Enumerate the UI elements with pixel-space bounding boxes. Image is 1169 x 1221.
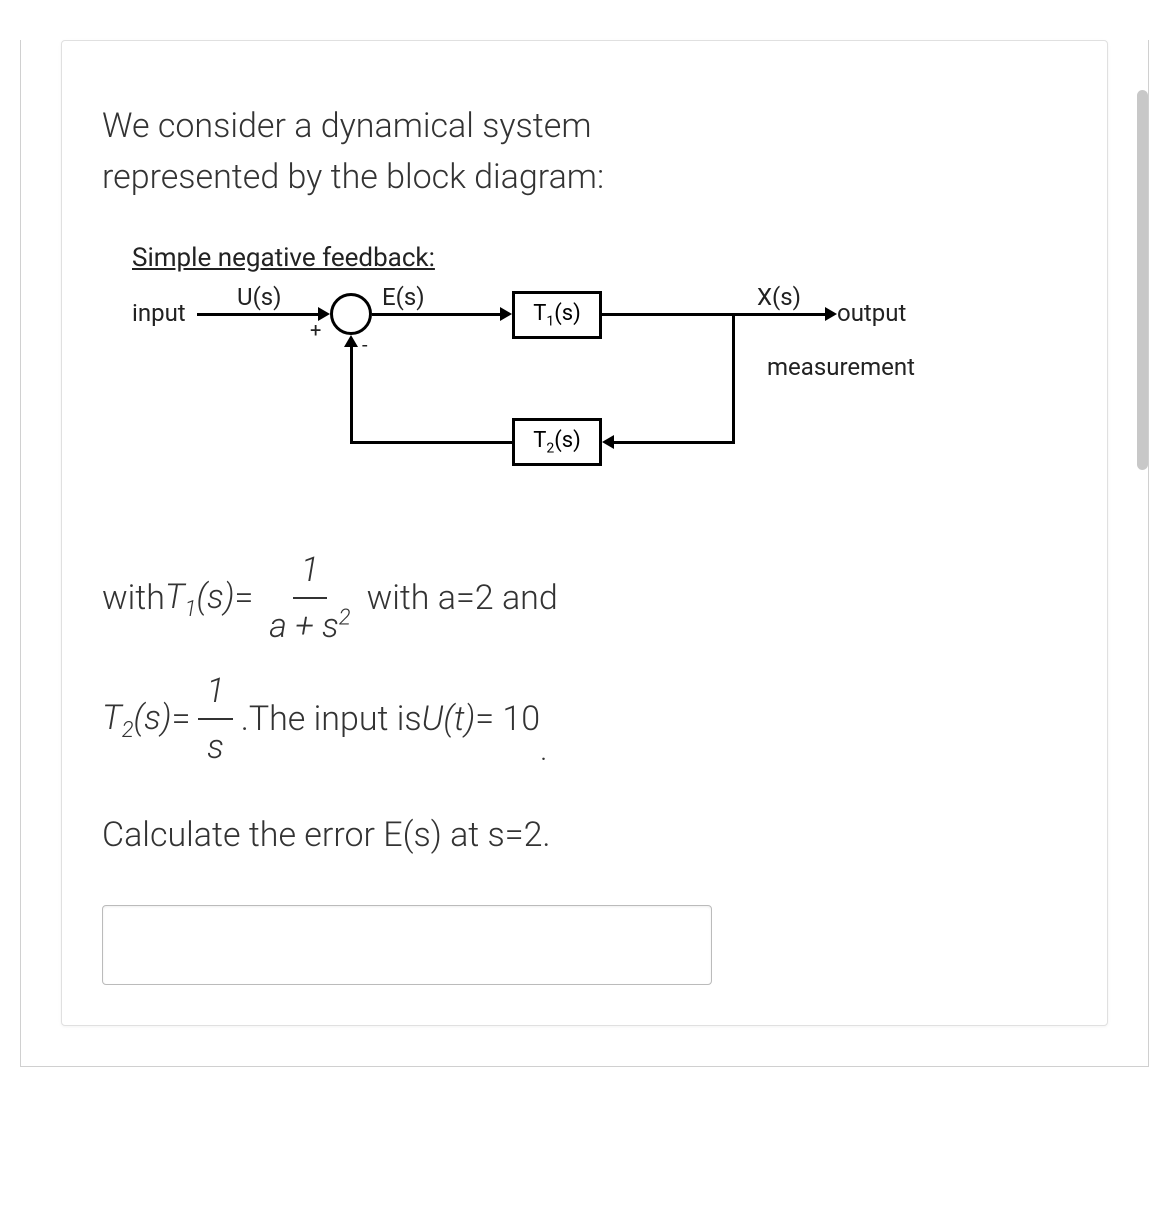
arrowhead-left-icon	[602, 435, 614, 449]
arrowhead-right-icon	[825, 307, 837, 321]
frac-den: a + s2	[261, 599, 358, 653]
wire	[602, 313, 827, 316]
eq-text: .	[540, 727, 547, 775]
question-card: We consider a dynamical system represent…	[61, 40, 1108, 1026]
t1-text: T1(s)	[533, 301, 581, 329]
diagram-title: Simple negative feedback:	[132, 243, 1067, 273]
intro-text: We consider a dynamical system represent…	[102, 101, 1067, 203]
frac-den: s	[199, 720, 232, 774]
summing-junction	[330, 293, 372, 335]
page-frame: We consider a dynamical system represent…	[20, 40, 1149, 1067]
eq-text: with	[102, 571, 165, 625]
wire	[732, 313, 735, 443]
eq-text: The input is	[249, 692, 422, 746]
label-x: X(s)	[757, 283, 801, 311]
arrowhead-up-icon	[344, 335, 358, 347]
frac-num: 1	[198, 664, 232, 720]
block-t2: T2(s)	[512, 418, 602, 466]
fraction-t1: 1 a + s2	[261, 543, 358, 654]
answer-input[interactable]	[102, 905, 712, 985]
intro-line1: We consider a dynamical system	[102, 106, 591, 146]
label-output: output	[837, 299, 906, 327]
t2-text: T2(s)	[533, 428, 581, 456]
t2-suffix: (s)	[554, 428, 581, 453]
eq-text: = 10	[475, 692, 540, 746]
frac-num: 1	[293, 543, 327, 599]
label-u: U(s)	[237, 283, 282, 311]
eq-sign: =	[234, 571, 253, 625]
arrowhead-right-icon	[500, 307, 512, 321]
scrollbar-thumb[interactable]	[1137, 90, 1148, 470]
t2-letter: T	[533, 428, 546, 453]
label-measurement: measurement	[767, 353, 915, 381]
t1-letter: T	[533, 301, 546, 326]
eq-text: with a=2 and	[367, 571, 558, 625]
intro-line2: represented by the block diagram:	[102, 157, 604, 197]
label-input: input	[132, 299, 186, 327]
label-minus: -	[362, 333, 368, 357]
wire	[197, 313, 320, 316]
block-diagram: input U(s) + - E(s) T1(s)	[132, 283, 952, 503]
fraction-t2: 1 s	[198, 664, 232, 775]
wire	[372, 313, 502, 316]
t1-suffix: (s)	[554, 301, 581, 326]
t1-symbol: T1(s)	[165, 570, 235, 627]
equation-t2: T2(s) = 1 s . The input is U(t) = 10 .	[102, 664, 1067, 775]
label-plus: +	[310, 318, 321, 342]
t2-symbol: T2(s)	[102, 691, 172, 748]
scrollbar-track[interactable]	[1135, 20, 1149, 1067]
u-t-symbol: U(t)	[422, 692, 476, 746]
question-text: Calculate the error E(s) at s=2.	[102, 815, 1067, 855]
equation-t1: with T1(s) = 1 a + s2 with a=2 and	[102, 543, 1067, 654]
eq-text: .	[241, 692, 249, 746]
wire	[350, 345, 353, 444]
wire	[350, 441, 512, 444]
block-t1: T1(s)	[512, 291, 602, 339]
eq-sign: =	[172, 692, 191, 746]
wire	[612, 441, 735, 444]
label-e: E(s)	[382, 283, 425, 311]
